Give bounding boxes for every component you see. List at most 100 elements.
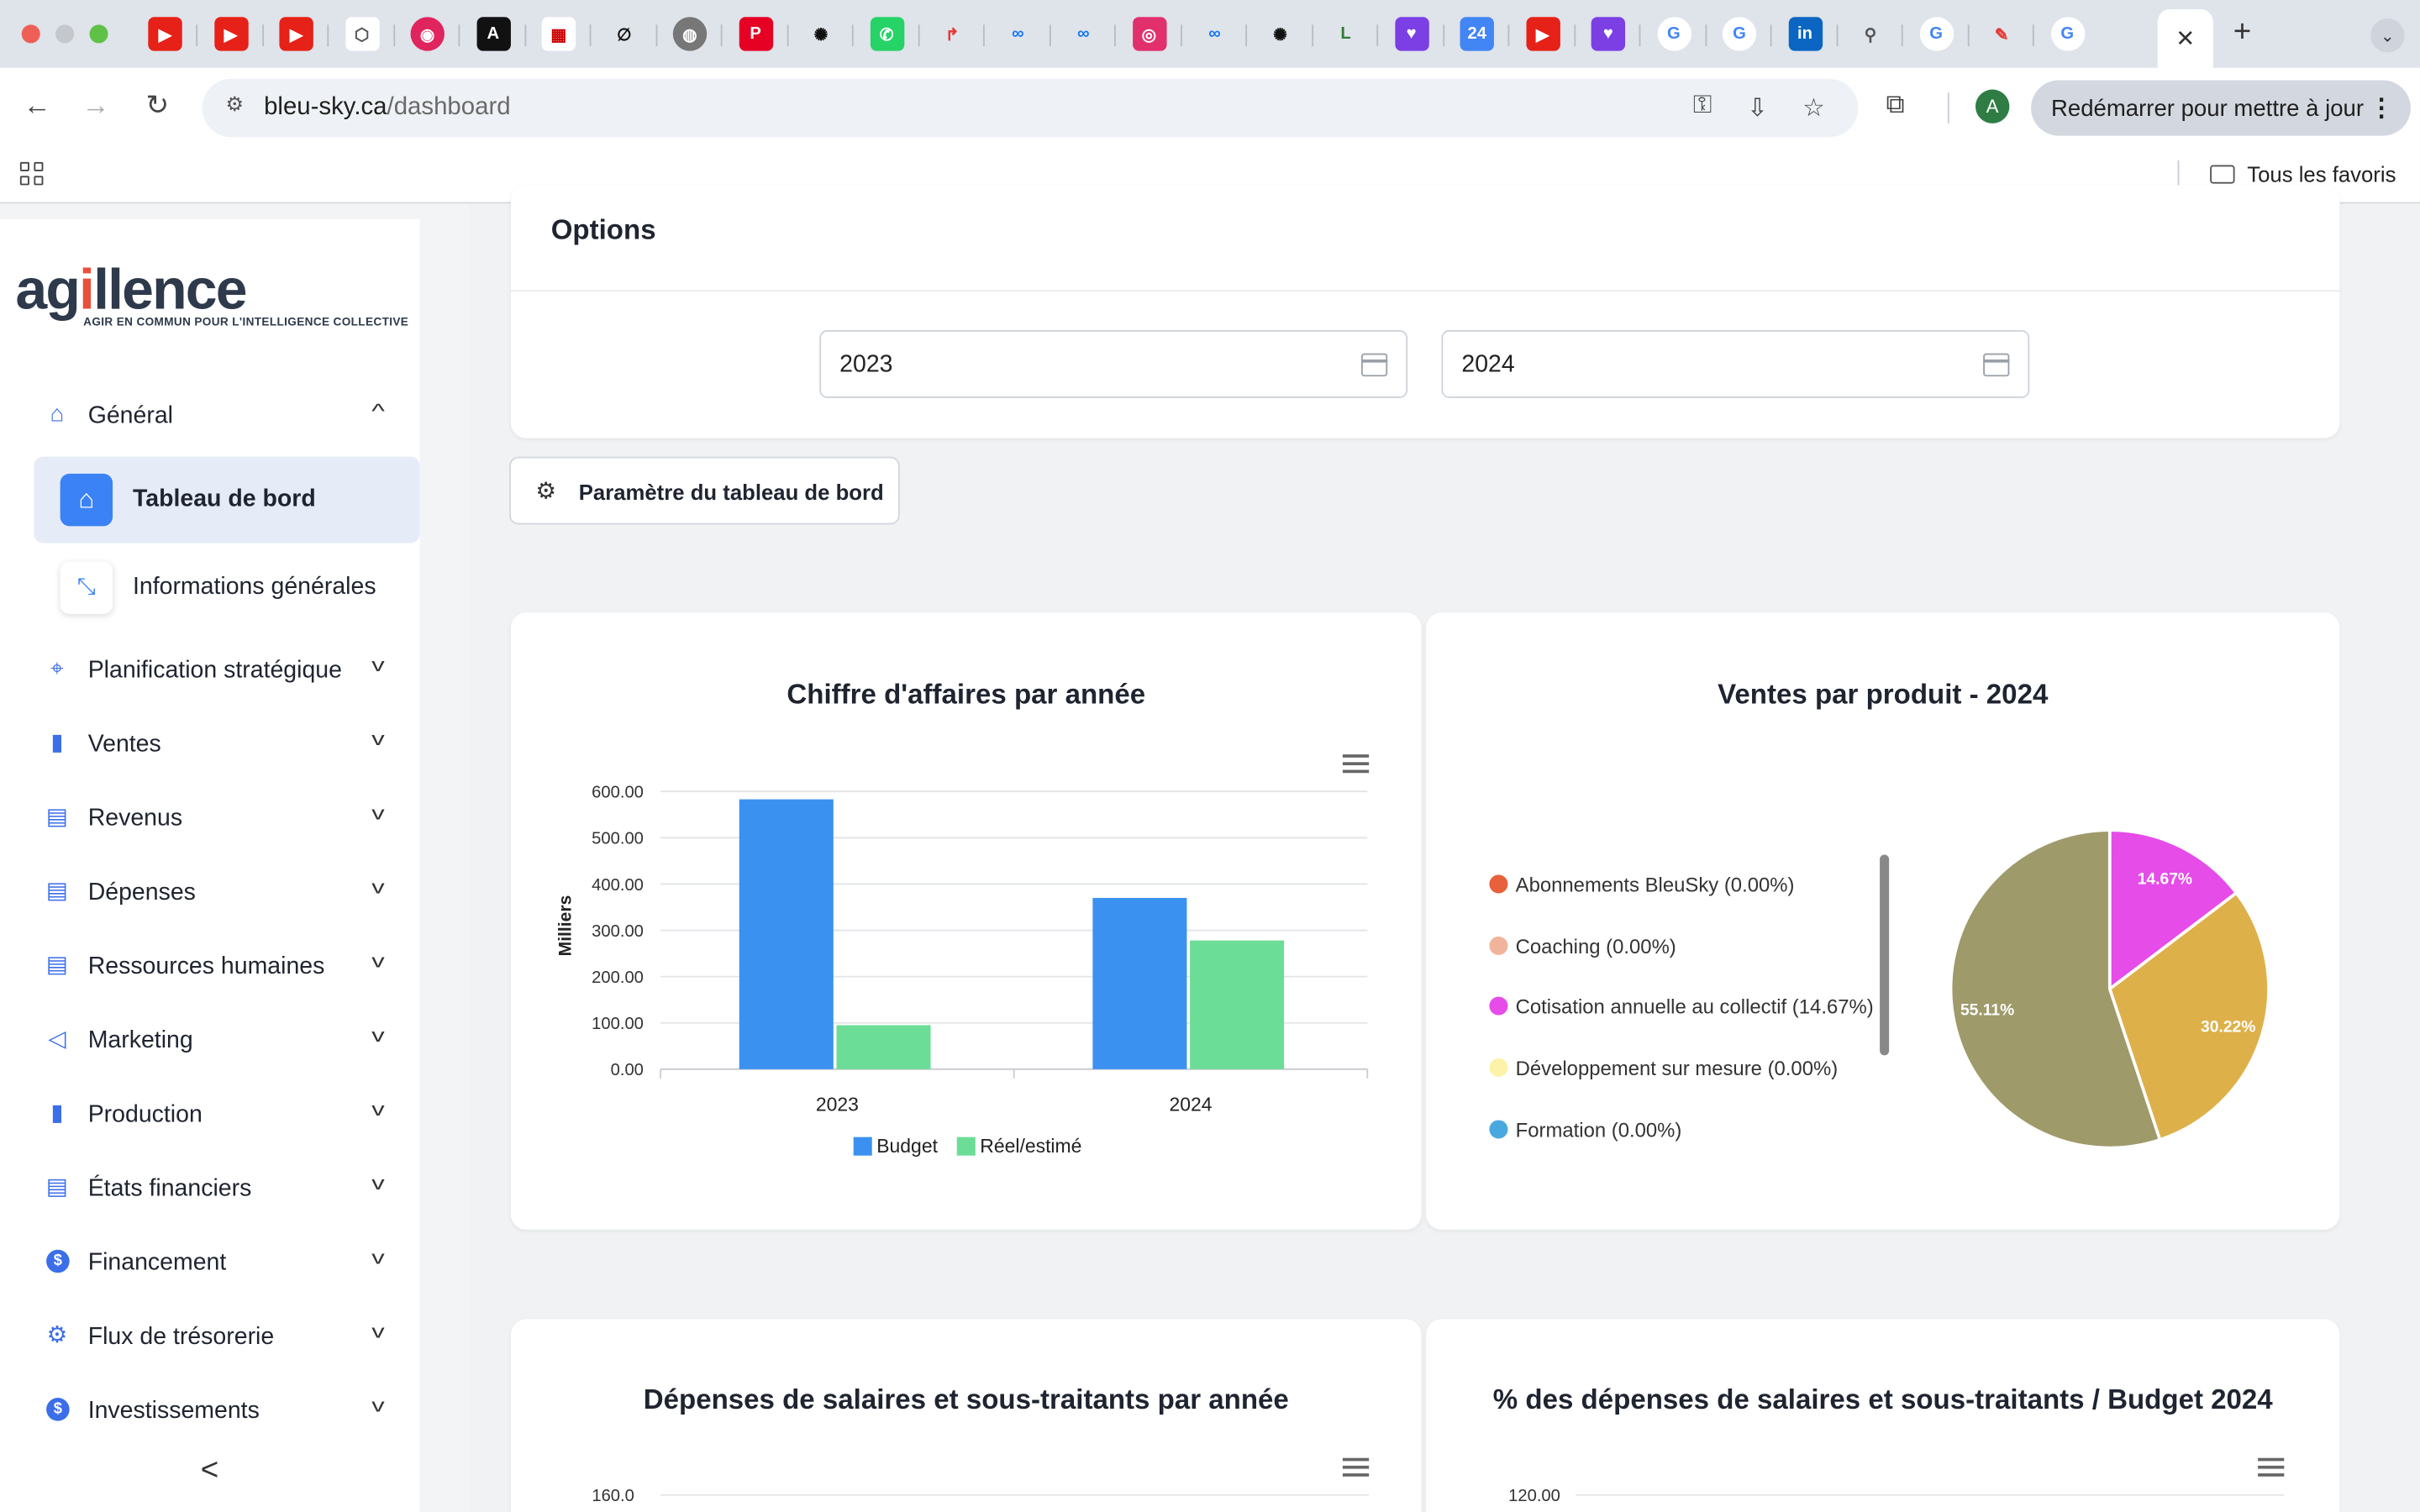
sidebar-item-ressources-humaines[interactable]: ▤ Ressources humaines v: [43, 944, 385, 990]
sidebar-item-investissements[interactable]: $ Investissements v: [43, 1389, 385, 1435]
sidebar-item-label: Tableau de bord: [132, 486, 316, 512]
date-from-field[interactable]: 2023: [819, 330, 1408, 398]
qr-icon[interactable]: ▦: [541, 17, 576, 51]
meta-icon[interactable]: ∞: [1066, 17, 1101, 51]
sidebar-item-production[interactable]: ▮ Production v: [43, 1092, 384, 1138]
app2-icon[interactable]: ✎: [1984, 17, 2019, 51]
globe-icon[interactable]: ◍: [672, 17, 708, 51]
whatsapp-icon[interactable]: ✆: [869, 17, 904, 51]
home-icon: ⌂: [60, 473, 113, 527]
google-icon[interactable]: G: [1722, 17, 1757, 51]
tab-search-button[interactable]: ⌄: [2370, 18, 2405, 53]
pinterest-icon[interactable]: P: [738, 17, 773, 51]
chevron-down-icon: v: [371, 876, 385, 898]
calendar-icon[interactable]: [1983, 353, 2010, 377]
sidebar-item-depenses[interactable]: ▤ Dépenses v: [43, 870, 385, 916]
chatgpt-icon[interactable]: ✺: [803, 17, 839, 51]
tab-divider: [1311, 24, 1313, 47]
menu-icon[interactable]: ⋮: [2369, 92, 2393, 123]
tab-divider: [1901, 24, 1903, 47]
perplexity-icon[interactable]: ∅: [607, 17, 642, 51]
legend-item[interactable]: Développement sur mesure (0.00%): [1489, 1057, 1838, 1080]
sidebar-item-etats-financiers[interactable]: ▤ États financiers v: [43, 1167, 385, 1213]
reload-button[interactable]: ↻: [139, 90, 176, 123]
legend-scrollbar[interactable]: [1880, 854, 1890, 1056]
meta-icon[interactable]: ∞: [1197, 17, 1232, 51]
collapse-sidebar-button[interactable]: <: [201, 1453, 218, 1488]
close-tab-icon[interactable]: ✕: [2175, 24, 2195, 52]
star-icon[interactable]: ☆: [1802, 92, 1824, 123]
profile-avatar[interactable]: A: [1975, 89, 2010, 123]
date-to-field[interactable]: 2024: [1441, 330, 2030, 398]
legend-label: Budget: [876, 1135, 938, 1157]
link-icon[interactable]: ⚲: [1853, 17, 1888, 51]
tab-divider: [196, 24, 198, 47]
calendar-icon[interactable]: [1360, 353, 1388, 377]
salary-pct-bar-chart: 120.00: [1508, 1487, 2285, 1505]
app-icon[interactable]: ⬡: [345, 17, 379, 51]
youtube-icon[interactable]: ▶: [148, 17, 182, 51]
address-bar[interactable]: ⚙ bleu-sky.ca/dashboard ⚿ ⇩ ☆: [202, 78, 1859, 138]
install-icon[interactable]: ⇩: [1747, 92, 1768, 123]
sidebar-item-flux-de-tresorerie[interactable]: ⚙ Flux de trésorerie v: [43, 1315, 385, 1361]
sidebar-item-marketing[interactable]: ◁ Marketing v: [43, 1018, 385, 1064]
youtube-icon[interactable]: ▶: [279, 17, 313, 51]
google-icon[interactable]: G: [1918, 17, 1954, 51]
sidebar-item-planification-strategique[interactable]: ⌖ Planification stratégique v: [43, 648, 385, 694]
red-arrow-icon[interactable]: ↱: [935, 17, 970, 51]
l-icon[interactable]: L: [1328, 17, 1363, 51]
legend-item[interactable]: Formation (0.00%): [1489, 1118, 1681, 1142]
legend-dot: [1489, 936, 1508, 955]
pie-slice-label: 30.22%: [2201, 1018, 2255, 1036]
maximize-window-button[interactable]: [89, 24, 108, 44]
active-tab[interactable]: ✕: [2157, 9, 2213, 68]
new-tab-button[interactable]: +: [2233, 15, 2251, 50]
google-icon[interactable]: G: [1656, 17, 1691, 51]
date-from-value: 2023: [839, 351, 893, 378]
meta-icon[interactable]: ∞: [1001, 17, 1035, 51]
tab-divider: [1573, 24, 1576, 47]
all-bookmarks-button[interactable]: Tous les favoris: [2210, 162, 2396, 186]
tab-divider: [851, 24, 854, 47]
youtube-icon[interactable]: ▶: [213, 17, 248, 51]
heart-icon[interactable]: ♥: [1394, 17, 1428, 51]
close-window-button[interactable]: [21, 24, 40, 44]
extensions-icon[interactable]: ⧉: [1886, 90, 1904, 121]
calendar-icon[interactable]: 24: [1460, 17, 1494, 51]
megaphone-icon: ◁: [48, 1026, 66, 1053]
forward-button[interactable]: →: [77, 90, 114, 123]
minimize-window-button[interactable]: [55, 24, 75, 44]
sidebar-item-tableau-de-bord[interactable]: ⌂ Tableau de bord: [34, 456, 420, 543]
opera-icon[interactable]: ◉: [410, 17, 445, 51]
sidebar-item-financement[interactable]: $ Financement v: [43, 1241, 385, 1287]
back-button[interactable]: ←: [18, 90, 55, 123]
y-tick-label: 160.0: [592, 1487, 634, 1505]
chevron-down-icon: v: [371, 1024, 385, 1047]
key-icon[interactable]: ⚿: [1693, 92, 1712, 120]
heart-icon[interactable]: ♥: [1591, 17, 1626, 51]
sidebar-item-ventes[interactable]: ▮ Ventes v: [43, 722, 384, 769]
anthropic-icon[interactable]: A: [476, 17, 511, 51]
google-icon[interactable]: G: [2050, 17, 2085, 51]
instagram-icon[interactable]: ◎: [1132, 17, 1166, 51]
sidebar-item-informations-generales[interactable]: ⤡ Informations générales: [34, 549, 419, 630]
linkedin-icon[interactable]: in: [1787, 17, 1823, 51]
app-logo[interactable]: agillence AGIR EN COMMUN POUR L'INTELLIG…: [15, 259, 409, 329]
tab-divider: [1245, 24, 1248, 47]
sidebar-item-revenus[interactable]: ▤ Revenus v: [43, 796, 385, 843]
y-axis-label: Milliers: [556, 895, 576, 957]
chevron-down-icon: v: [371, 1172, 385, 1194]
apps-grid-icon[interactable]: [19, 161, 45, 186]
legend-label: Réel/estimé: [980, 1135, 1081, 1157]
update-button[interactable]: Redémarrer pour mettre à jour ⋮: [2031, 80, 2411, 136]
site-info-icon[interactable]: ⚙: [219, 92, 250, 123]
legend-item[interactable]: Cotisation annuelle au collectif (14.67%…: [1489, 995, 1874, 1019]
logo-tagline: AGIR EN COMMUN POUR L'INTELLIGENCE COLLE…: [83, 314, 409, 329]
bar-réel/estimé-2023: [836, 1025, 931, 1069]
dashboard-settings-button[interactable]: ⚙ Paramètre du tableau de bord: [509, 456, 900, 525]
legend-item[interactable]: Coaching (0.00%): [1489, 934, 1676, 958]
chatgpt-icon[interactable]: ✺: [1263, 17, 1297, 51]
youtube-icon[interactable]: ▶: [1525, 17, 1560, 51]
sidebar-item-general[interactable]: ⌂ Général ^: [43, 393, 385, 439]
legend-item[interactable]: Abonnements BleuSky (0.00%): [1489, 874, 1794, 896]
